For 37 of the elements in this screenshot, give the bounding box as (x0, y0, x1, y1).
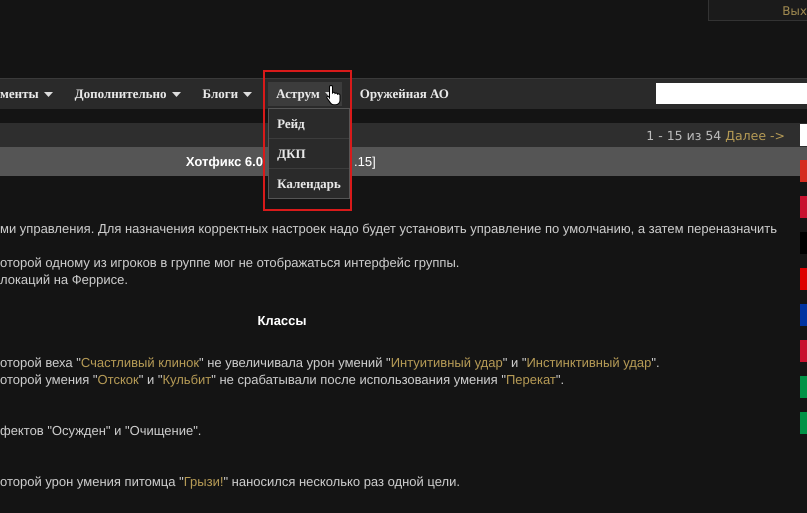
menu-item[interactable]: Календарь (269, 169, 350, 198)
hand-cursor-icon (326, 84, 342, 106)
text-line: локаций на Феррисе. (0, 271, 128, 288)
page-range: 1 - 15 из 54 (646, 128, 722, 142)
menu-item[interactable]: ДКП (269, 139, 350, 169)
link[interactable]: Инстинктивный удар (526, 355, 652, 370)
flag-icon[interactable] (800, 304, 807, 326)
logout-link[interactable]: Вых (782, 4, 807, 18)
search-field[interactable] (656, 83, 807, 104)
flag-icon[interactable] (800, 160, 807, 182)
post-title: .15] (354, 154, 376, 169)
text-line: фектов "Осужден" и "Очищение". (0, 422, 202, 439)
nav-item[interactable]: Дополнительно (66, 82, 189, 106)
link[interactable]: Кульбит (162, 372, 212, 387)
text-line: ми управления. Для назначения корректных настроек надо будет установить управление по умолчанию, а затем переназначить (0, 220, 777, 237)
link[interactable]: Отскок (98, 372, 139, 387)
post-title: Хотфикс 6.0 (186, 154, 263, 169)
flag-icon[interactable] (800, 196, 807, 218)
nav-item[interactable]: менты (0, 82, 61, 106)
text-line: оторой умения "Отскок" и "Кульбит" не срабатывали после использования умения "Перекат". (0, 371, 564, 388)
menu-item[interactable]: Рейд (269, 109, 350, 139)
text-line: оторой веха "Счастливый клинок" не увеличивала урон умений "Интуитивный удар" и "Инстинктивный удар". (0, 354, 660, 371)
link[interactable]: Перекат (506, 372, 556, 387)
flag-icon[interactable] (800, 412, 807, 434)
flag-icon[interactable] (800, 340, 807, 362)
text-line: оторой одному из игроков в группе мог не отображаться интерфейс группы. (0, 254, 460, 271)
nav-item[interactable]: Блоги (194, 82, 260, 106)
flag-icon[interactable] (800, 376, 807, 398)
flag-icon[interactable] (800, 124, 807, 146)
link[interactable]: Грызи! (184, 474, 224, 489)
link[interactable]: Счастливый клинок (80, 355, 200, 370)
next-link[interactable]: Далее -> (725, 128, 785, 142)
section-heading: Классы (258, 313, 306, 328)
text-line: оторой урон умения питомца "Грызи!" наносился несколько раз одной цели. (0, 473, 460, 490)
nav-item[interactable]: Оружейная АО (352, 82, 457, 106)
flag-icon[interactable] (800, 268, 807, 290)
link[interactable]: Интуитивный удар (390, 355, 503, 370)
